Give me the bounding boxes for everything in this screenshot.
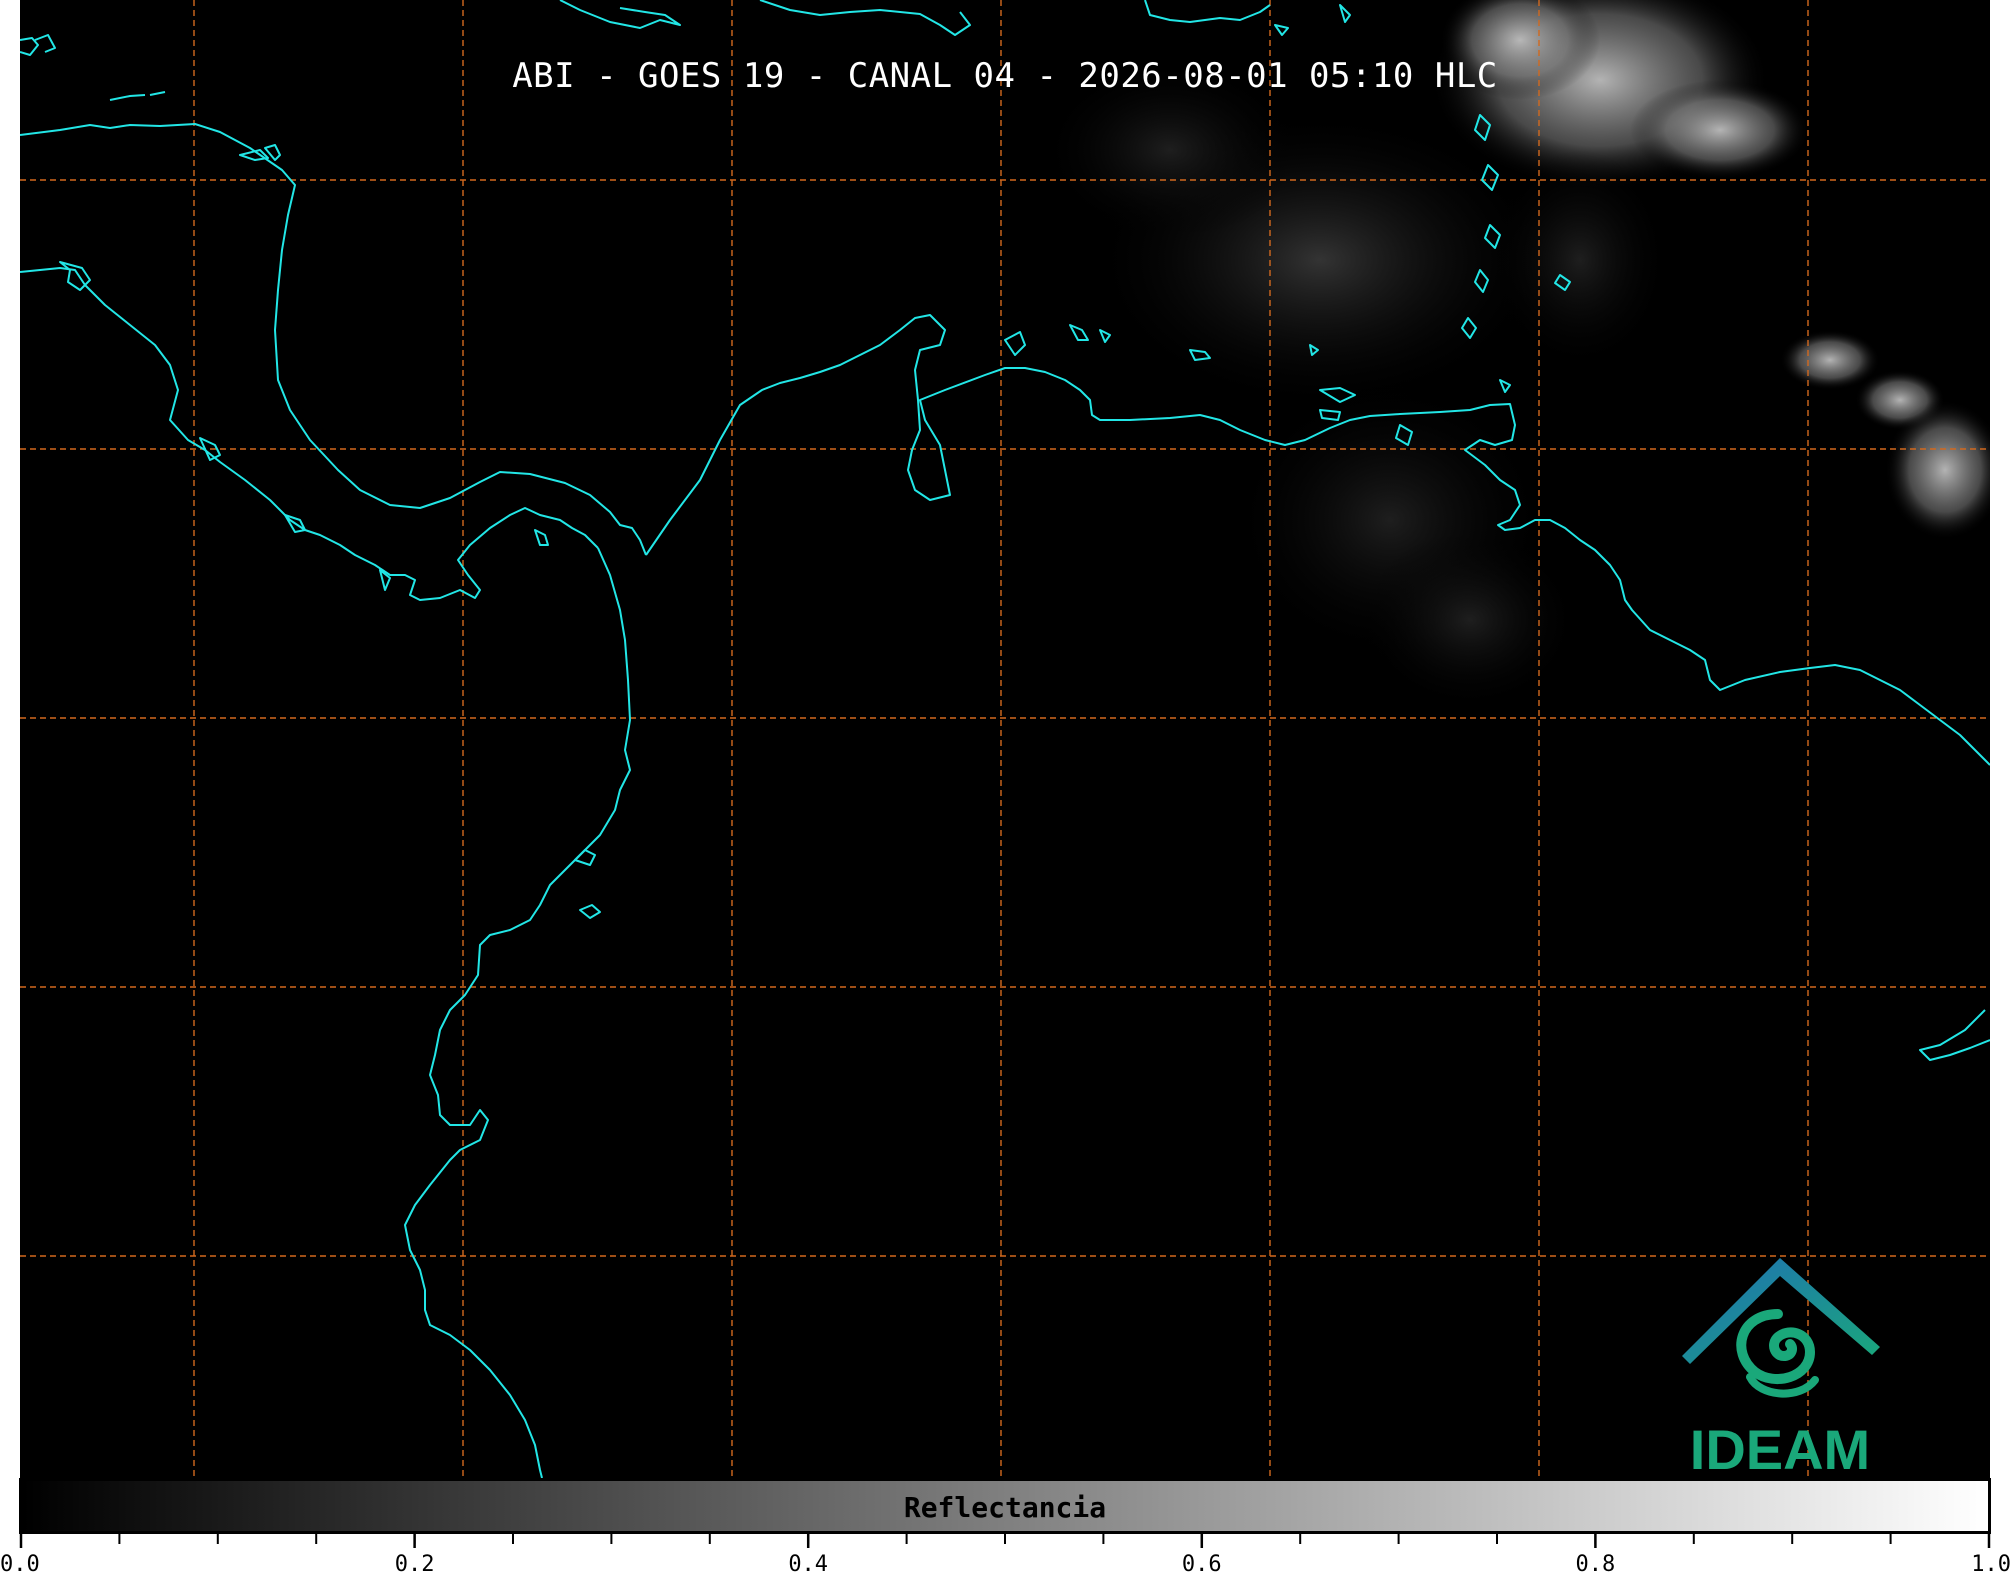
colorbar-tick-label: 0.4 — [788, 1552, 829, 1577]
colorbar: Reflectancia — [19, 1478, 1991, 1534]
colorbar-tick-label: 0.8 — [1575, 1552, 1616, 1577]
satellite-map: ABI - GOES 19 - CANAL 04 - 2026-08-01 05… — [20, 0, 1990, 1478]
colorbar-axis — [19, 1534, 1991, 1548]
colorbar-tick-label: 0.2 — [394, 1552, 435, 1577]
colorbar-tick-label: 0.6 — [1181, 1552, 1222, 1577]
colorbar-tick-label: 0.0 — [0, 1552, 40, 1577]
colorbar-label: Reflectancia — [903, 1491, 1107, 1524]
colorbar-tick-label: 1.0 — [1971, 1552, 2011, 1577]
ideam-logo-text: IDEAM — [1689, 1418, 1871, 1478]
cloud-layer — [1040, 0, 1990, 710]
ideam-emblem-icon — [1682, 1258, 1880, 1398]
map-title: ABI - GOES 19 - CANAL 04 - 2026-08-01 05… — [512, 56, 1498, 96]
ideam-logo: IDEAM — [1660, 1252, 1900, 1478]
